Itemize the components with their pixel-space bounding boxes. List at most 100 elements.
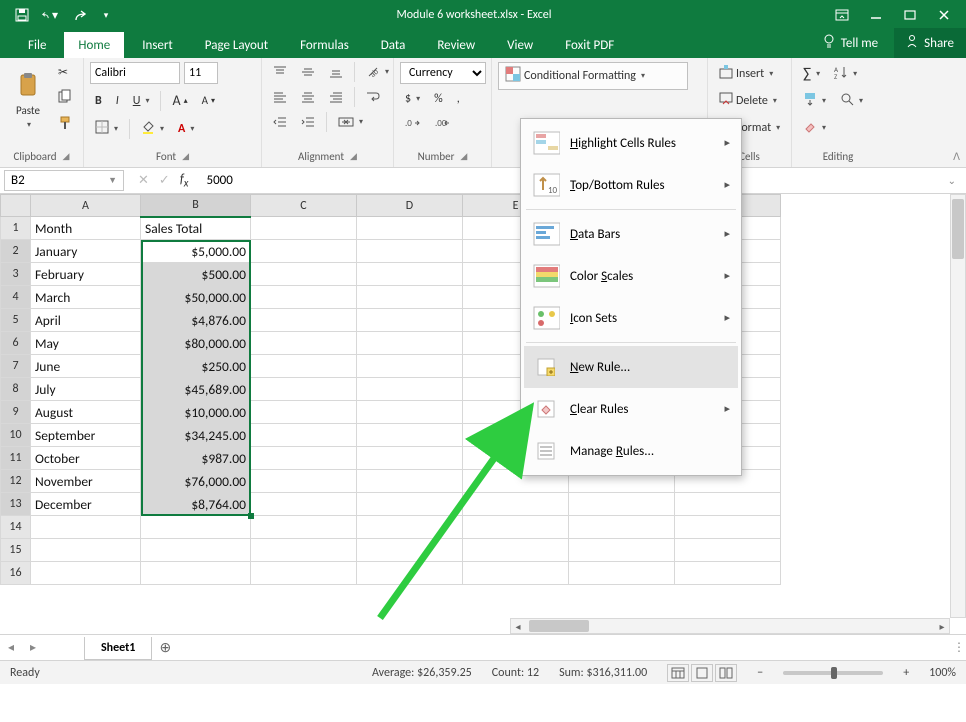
cell-H16[interactable] <box>569 562 675 585</box>
maximize-icon[interactable] <box>902 7 918 23</box>
col-header-C[interactable]: C <box>251 195 357 217</box>
row-header-1[interactable]: 1 <box>1 217 31 240</box>
autosum-button[interactable]: ∑ <box>798 62 825 86</box>
cell-H15[interactable] <box>569 539 675 562</box>
expand-formula-bar-icon[interactable]: ⌄ <box>938 174 966 187</box>
zoom-in-icon[interactable]: + <box>903 666 909 680</box>
tab-review[interactable]: Review <box>423 32 489 58</box>
row-header-16[interactable]: 16 <box>1 562 31 585</box>
cell-A4[interactable]: March <box>31 286 141 309</box>
v-scroll-thumb[interactable] <box>952 199 964 259</box>
wrap-text-button[interactable] <box>361 87 385 107</box>
cell-E15[interactable] <box>463 539 569 562</box>
cell-H14[interactable] <box>569 516 675 539</box>
row-header-7[interactable]: 7 <box>1 355 31 378</box>
cell-B1[interactable]: Sales Total <box>141 217 251 240</box>
cells-delete-button[interactable]: Delete <box>714 89 782 113</box>
cell-B5[interactable]: $4,876.00 <box>141 309 251 332</box>
name-box[interactable]: B2▼ <box>4 170 124 191</box>
font-dialog-launcher[interactable]: ◢ <box>182 151 189 162</box>
cf-top-bottom-rules[interactable]: 10 Top/Bottom Rules <box>524 164 738 206</box>
cell-E14[interactable] <box>463 516 569 539</box>
prev-sheet-icon[interactable]: ◂ <box>0 640 22 655</box>
borders-button[interactable] <box>90 117 123 141</box>
cell-A14[interactable] <box>31 516 141 539</box>
cell-C6[interactable] <box>251 332 357 355</box>
tab-view[interactable]: View <box>493 32 547 58</box>
cell-I14[interactable] <box>675 516 781 539</box>
font-color-button[interactable]: A <box>173 119 199 139</box>
row-header-10[interactable]: 10 <box>1 424 31 447</box>
page-break-view-icon[interactable] <box>715 664 737 682</box>
new-sheet-icon[interactable]: ⊕ <box>152 639 178 656</box>
decrease-font-button[interactable]: A▾ <box>197 91 220 110</box>
cell-A15[interactable] <box>31 539 141 562</box>
sort-filter-button[interactable]: AZ <box>829 62 862 86</box>
increase-font-button[interactable]: A▴ <box>167 89 192 112</box>
italic-button[interactable]: I <box>111 91 124 111</box>
align-left-button[interactable] <box>268 87 292 107</box>
align-bottom-button[interactable] <box>324 62 348 82</box>
cell-C12[interactable] <box>251 470 357 493</box>
fill-button[interactable] <box>798 89 831 113</box>
cell-B13[interactable]: $8,764.00 <box>141 493 251 516</box>
cf-color-scales[interactable]: Color Scales <box>524 255 738 297</box>
alignment-dialog-launcher[interactable]: ◢ <box>350 151 357 162</box>
row-header-2[interactable]: 2 <box>1 240 31 263</box>
tab-home[interactable]: Home <box>64 32 124 58</box>
clear-button[interactable] <box>798 116 831 140</box>
cell-A3[interactable]: February <box>31 263 141 286</box>
underline-button[interactable]: U <box>128 91 155 111</box>
row-header-9[interactable]: 9 <box>1 401 31 424</box>
row-header-6[interactable]: 6 <box>1 332 31 355</box>
cell-E16[interactable] <box>463 562 569 585</box>
cancel-formula-icon[interactable]: ✕ <box>138 173 149 188</box>
scroll-right-icon[interactable]: ▸ <box>935 620 949 633</box>
cell-A5[interactable]: April <box>31 309 141 332</box>
row-header-15[interactable]: 15 <box>1 539 31 562</box>
sheet-tab[interactable]: Sheet1 <box>84 637 152 660</box>
col-header-D[interactable]: D <box>357 195 463 217</box>
cell-B12[interactable]: $76,000.00 <box>141 470 251 493</box>
row-header-13[interactable]: 13 <box>1 493 31 516</box>
zoom-out-icon[interactable]: − <box>757 666 763 680</box>
cell-D10[interactable] <box>357 424 463 447</box>
cell-A9[interactable]: August <box>31 401 141 424</box>
paste-button[interactable]: Paste <box>6 62 50 140</box>
qat-customize-icon[interactable]: ▾ <box>98 7 114 23</box>
cell-D14[interactable] <box>357 516 463 539</box>
tab-insert[interactable]: Insert <box>128 32 187 58</box>
normal-view-icon[interactable] <box>667 664 689 682</box>
page-layout-view-icon[interactable] <box>691 664 713 682</box>
collapse-ribbon-icon[interactable]: ᐱ <box>953 150 960 163</box>
comma-format-button[interactable]: , <box>452 89 465 109</box>
cell-B14[interactable] <box>141 516 251 539</box>
cell-D12[interactable] <box>357 470 463 493</box>
align-middle-button[interactable] <box>296 62 320 82</box>
row-header-11[interactable]: 11 <box>1 447 31 470</box>
cell-A10[interactable]: September <box>31 424 141 447</box>
cell-I15[interactable] <box>675 539 781 562</box>
conditional-formatting-button[interactable]: Conditional Formatting <box>498 62 688 90</box>
cell-A2[interactable]: January <box>31 240 141 263</box>
cf-icon-sets[interactable]: Icon Sets <box>524 297 738 339</box>
tab-page-layout[interactable]: Page Layout <box>191 32 282 58</box>
cell-C15[interactable] <box>251 539 357 562</box>
horizontal-scrollbar[interactable]: ◂ ▸ <box>510 618 950 634</box>
row-header-12[interactable]: 12 <box>1 470 31 493</box>
cell-C10[interactable] <box>251 424 357 447</box>
align-center-button[interactable] <box>296 87 320 107</box>
cell-I16[interactable] <box>675 562 781 585</box>
share-button[interactable]: Share <box>894 28 966 58</box>
cell-A6[interactable]: May <box>31 332 141 355</box>
cell-C8[interactable] <box>251 378 357 401</box>
row-header-5[interactable]: 5 <box>1 309 31 332</box>
tab-data[interactable]: Data <box>367 32 420 58</box>
row-header-3[interactable]: 3 <box>1 263 31 286</box>
cell-C4[interactable] <box>251 286 357 309</box>
cell-A8[interactable]: July <box>31 378 141 401</box>
scroll-left-icon[interactable]: ◂ <box>511 620 525 633</box>
tell-me[interactable]: Tell me <box>811 28 890 58</box>
minimize-icon[interactable] <box>868 7 884 23</box>
cell-D11[interactable] <box>357 447 463 470</box>
